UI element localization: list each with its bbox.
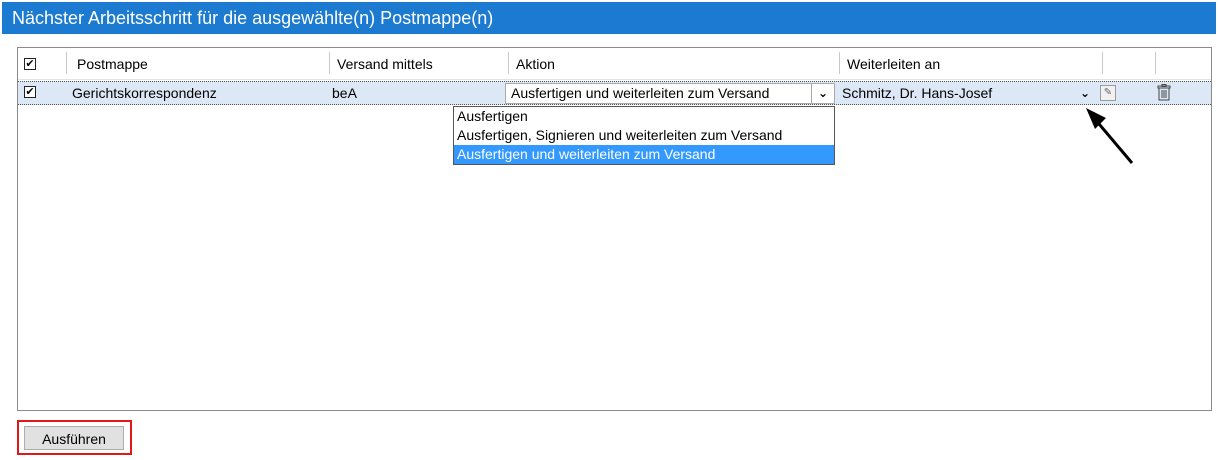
pencil-icon[interactable]: ✎ [1100, 85, 1116, 101]
aktion-dropdown-list: Ausfertigen Ausfertigen, Signieren und w… [453, 106, 835, 165]
header-aktion[interactable]: Aktion [511, 48, 837, 80]
aktion-value: Ausfertigen und weiterleiten zum Versand [511, 85, 770, 101]
header-postmappe[interactable]: Postmappe [72, 48, 324, 80]
option-ausfertigen-signieren[interactable]: Ausfertigen, Signieren und weiterleiten … [454, 126, 834, 145]
trash-icon[interactable] [1157, 84, 1171, 104]
highlight-frame [17, 420, 132, 455]
cell-weiterleiten: Schmitz, Dr. Hans-Josef [842, 85, 993, 101]
option-ausfertigen[interactable]: Ausfertigen [454, 107, 834, 126]
table-row[interactable]: ✔ Gerichtskorrespondenz beA Ausfertigen … [18, 81, 1211, 105]
header-select-all-cell[interactable]: ✔ [18, 48, 62, 80]
postmappe-grid: ✔ Postmappe Versand mittels Aktion Weite… [17, 47, 1212, 411]
chevron-down-icon[interactable]: ⌄ [811, 84, 834, 103]
dialog-title: Nächster Arbeitsschritt für die ausgewäh… [2, 2, 1216, 34]
header-weiterleiten-an[interactable]: Weiterleiten an [842, 48, 1100, 80]
cell-versand: beA [332, 85, 357, 101]
header-checkbox[interactable]: ✔ [24, 58, 36, 70]
arrow-pointer [1086, 108, 1134, 164]
option-ausfertigen-weiterleiten[interactable]: Ausfertigen und weiterleiten zum Versand [454, 145, 834, 164]
cell-postmappe: Gerichtskorrespondenz [72, 85, 217, 101]
row-checkbox[interactable]: ✔ [24, 86, 36, 98]
header-versand-mittels[interactable]: Versand mittels [332, 48, 506, 80]
aktion-combobox[interactable]: Ausfertigen und weiterleiten zum Versand… [505, 83, 835, 104]
